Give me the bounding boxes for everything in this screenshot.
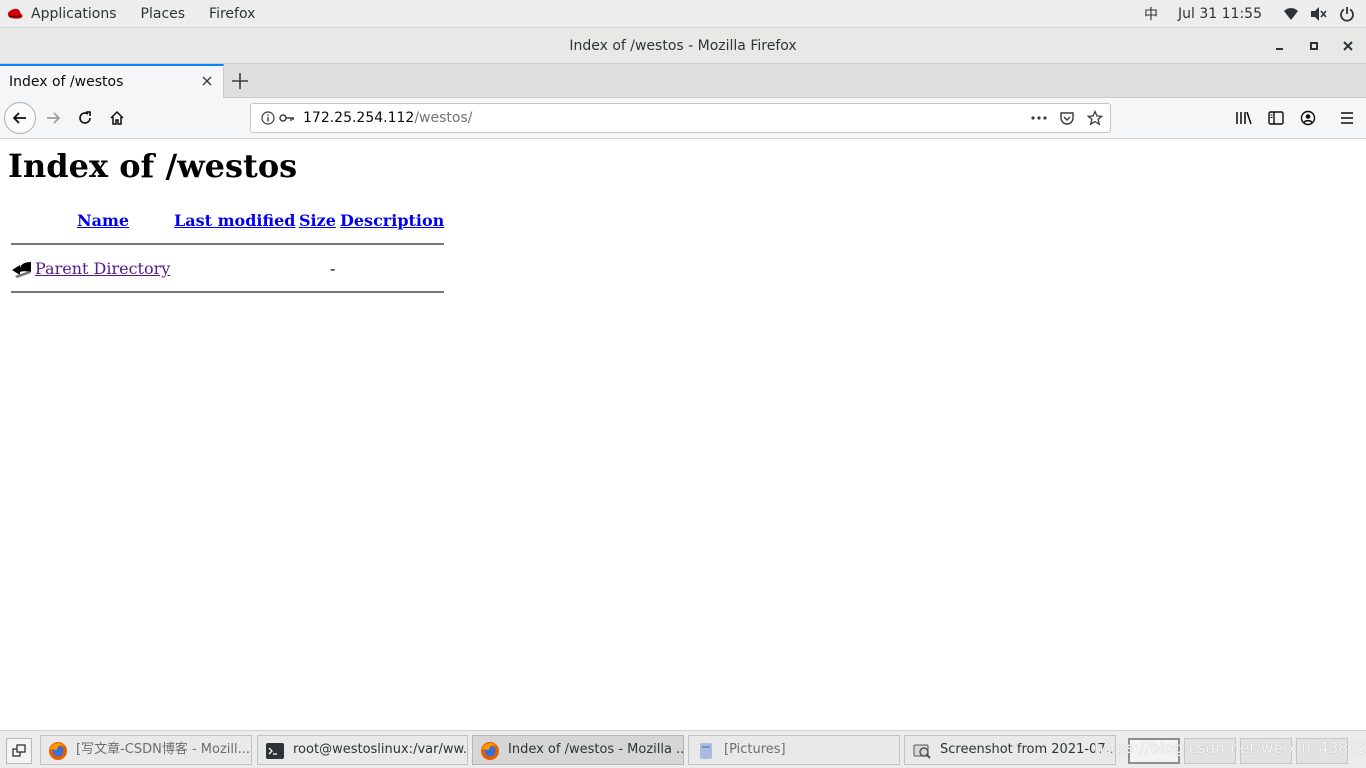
library-icon bbox=[1236, 111, 1252, 125]
column-header-name[interactable]: Name bbox=[77, 211, 129, 230]
watermark-text: https://blog.csdn.net/weixin_43803940 bbox=[1094, 739, 1366, 757]
gnome-top-bar: Applications Places Firefox 中 Jul 31 11:… bbox=[0, 0, 1366, 28]
firefox-icon bbox=[481, 742, 499, 760]
window-titlebar[interactable]: Index of /westos - Mozilla Firefox bbox=[0, 28, 1366, 64]
home-button[interactable] bbox=[102, 103, 132, 133]
tab-strip: Index of /westos bbox=[0, 64, 1366, 98]
footer-divider bbox=[11, 291, 444, 293]
places-menu[interactable]: Places bbox=[141, 0, 186, 28]
redhat-logo-icon bbox=[7, 8, 23, 19]
show-desktop-icon bbox=[12, 744, 26, 757]
tab-title: Index of /westos bbox=[9, 74, 124, 90]
taskbar-item-screenshot[interactable]: Screenshot from 2021-07... bbox=[904, 735, 1116, 765]
navigation-toolbar: 172.25.254.112/westos/ bbox=[0, 98, 1366, 139]
taskbar-label: root@westoslinux:/var/ww... bbox=[293, 742, 468, 757]
clock[interactable]: Jul 31 11:55 bbox=[1178, 6, 1262, 22]
screenshot-icon bbox=[913, 744, 931, 759]
firefox-menu-label: Firefox bbox=[209, 6, 256, 22]
url-text[interactable]: 172.25.254.112/westos/ bbox=[303, 104, 472, 132]
taskbar-item-pictures[interactable]: [Pictures] bbox=[688, 735, 900, 765]
taskbar-label: Index of /westos - Mozilla ... bbox=[508, 742, 684, 757]
tab-index-of-westos[interactable]: Index of /westos bbox=[0, 64, 224, 98]
key-icon[interactable] bbox=[279, 110, 295, 126]
url-bar[interactable]: 172.25.254.112/westos/ bbox=[250, 103, 1111, 133]
minimize-button[interactable] bbox=[1268, 34, 1292, 58]
close-icon bbox=[1343, 41, 1353, 51]
header-divider bbox=[11, 243, 444, 245]
window-list-taskbar: [写文章-CSDN博客 - Mozill... root@westoslinux… bbox=[0, 730, 1366, 768]
minimize-icon bbox=[1276, 48, 1283, 50]
reload-button[interactable] bbox=[70, 103, 100, 133]
firefox-icon bbox=[49, 742, 67, 760]
account-button[interactable] bbox=[1293, 103, 1323, 133]
page-heading: Index of /westos bbox=[8, 147, 298, 185]
parent-directory-back-icon bbox=[12, 262, 31, 278]
column-header-size[interactable]: Size bbox=[299, 211, 336, 230]
url-path: /westos/ bbox=[414, 110, 473, 126]
taskbar-label: [Pictures] bbox=[724, 742, 786, 757]
applications-label: Applications bbox=[31, 6, 117, 22]
firefox-app-menu[interactable]: Firefox bbox=[209, 0, 255, 28]
taskbar-item-csdn-firefox[interactable]: [写文章-CSDN博客 - Mozill... bbox=[40, 735, 252, 765]
parent-directory-link[interactable]: Parent Directory bbox=[35, 259, 170, 278]
pocket-icon[interactable] bbox=[1059, 110, 1075, 126]
input-method-indicator[interactable]: 中 bbox=[1144, 4, 1158, 24]
taskbar-label: [写文章-CSDN博客 - Mozill... bbox=[76, 742, 251, 757]
tab-close-icon[interactable] bbox=[199, 73, 215, 89]
library-button[interactable] bbox=[1229, 103, 1259, 133]
back-arrow-icon bbox=[12, 112, 26, 124]
wifi-icon[interactable] bbox=[1282, 5, 1300, 23]
column-header-description[interactable]: Description bbox=[340, 211, 444, 230]
app-menu-button[interactable] bbox=[1332, 103, 1362, 133]
maximize-button[interactable] bbox=[1302, 34, 1326, 58]
places-label: Places bbox=[140, 6, 186, 22]
terminal-icon bbox=[266, 743, 284, 759]
sidebar-icon bbox=[1268, 111, 1284, 125]
taskbar-item-index-firefox[interactable]: Index of /westos - Mozilla ... bbox=[472, 735, 684, 765]
bookmark-star-icon[interactable] bbox=[1087, 110, 1103, 126]
back-button[interactable] bbox=[4, 102, 36, 134]
site-info-icon[interactable] bbox=[260, 110, 276, 126]
column-header-last-modified[interactable]: Last modified bbox=[174, 211, 295, 230]
close-window-button[interactable] bbox=[1336, 34, 1360, 58]
sidebar-toggle-button[interactable] bbox=[1261, 103, 1291, 133]
forward-arrow-icon bbox=[47, 112, 61, 124]
home-icon bbox=[110, 110, 124, 125]
row-size: - bbox=[330, 259, 336, 278]
reload-icon bbox=[79, 111, 91, 124]
taskbar-item-terminal[interactable]: root@westoslinux:/var/ww... bbox=[257, 735, 468, 765]
url-host: 172.25.254.112 bbox=[303, 110, 415, 126]
page-content: Index of /westos Name Last modified Size… bbox=[0, 139, 1366, 730]
power-icon[interactable] bbox=[1338, 5, 1356, 23]
taskbar-label: Screenshot from 2021-07... bbox=[940, 742, 1116, 757]
hamburger-menu-icon bbox=[1341, 112, 1353, 124]
volume-muted-icon[interactable] bbox=[1310, 5, 1328, 23]
applications-menu[interactable]: Applications bbox=[6, 0, 117, 28]
page-actions-icon[interactable] bbox=[1031, 110, 1047, 126]
new-tab-icon[interactable] bbox=[229, 70, 251, 92]
files-icon bbox=[700, 743, 712, 759]
forward-button[interactable] bbox=[38, 103, 68, 133]
show-desktop-button[interactable] bbox=[6, 738, 32, 764]
window-title: Index of /westos - Mozilla Firefox bbox=[569, 38, 797, 54]
maximize-icon bbox=[1310, 42, 1318, 50]
account-icon bbox=[1300, 110, 1316, 126]
